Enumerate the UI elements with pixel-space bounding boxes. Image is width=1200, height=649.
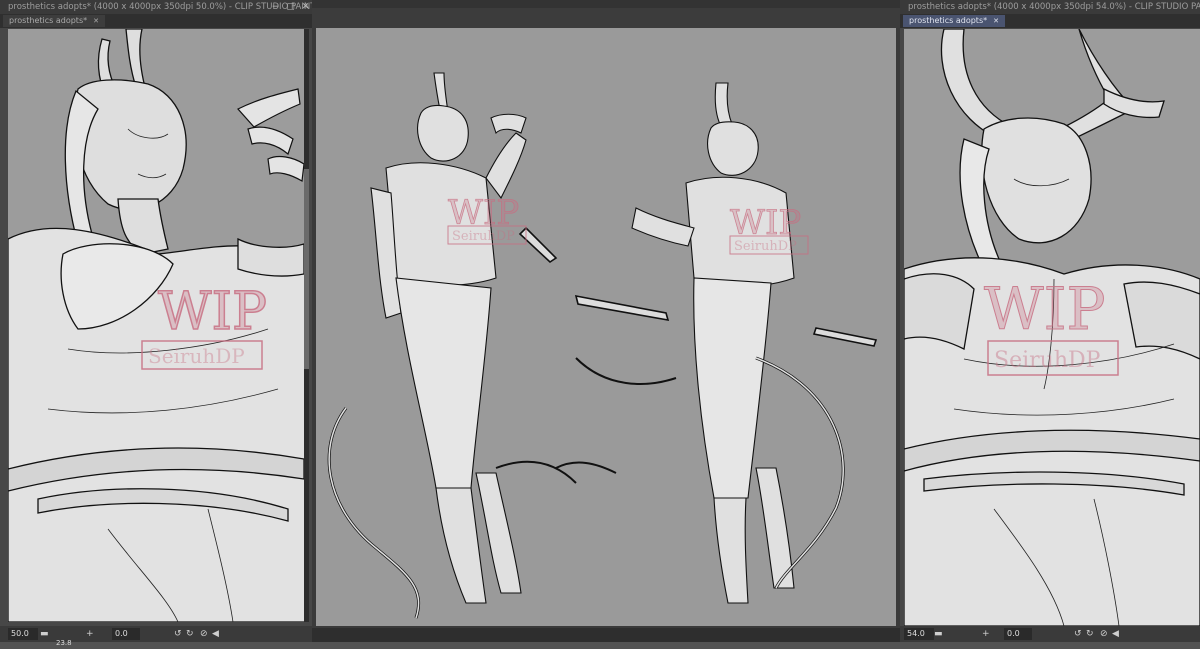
left-scroll-thumb[interactable] bbox=[304, 169, 309, 369]
left-figure-tail bbox=[327, 407, 421, 619]
right-document-tab[interactable]: prosthetics adopts* ✕ bbox=[903, 15, 1005, 27]
rotate-icon[interactable]: ↻ bbox=[186, 628, 194, 640]
tab-close-icon[interactable]: ✕ bbox=[93, 17, 99, 25]
sword-icon bbox=[574, 294, 670, 322]
left-canvas[interactable]: WIP SeiruhDP bbox=[8, 29, 304, 622]
middle-canvas[interactable]: WIP SeiruhDP WIP SeiruhDP bbox=[316, 28, 896, 626]
watermark: WIP SeiruhDP WIP SeiruhDP bbox=[447, 193, 809, 255]
left-document-tab[interactable]: prosthetics adopts* ✕ bbox=[3, 15, 105, 27]
watermark-author: SeiruhDP bbox=[994, 348, 1101, 373]
left-window-titlebar[interactable]: prosthetics adopts* (4000 x 4000px 350dp… bbox=[0, 0, 312, 14]
watermark-wip: WIP bbox=[448, 193, 519, 233]
middle-tab-bar bbox=[312, 8, 900, 28]
middle-window-titlebar[interactable] bbox=[312, 0, 900, 8]
tab-close-icon[interactable]: ✕ bbox=[993, 17, 999, 25]
right-tab-label: prosthetics adopts* bbox=[909, 16, 988, 25]
right-window-titlebar[interactable]: prosthetics adopts* (4000 x 4000px 350dp… bbox=[900, 0, 1200, 14]
rotate-icon[interactable]: ↺ bbox=[1074, 628, 1082, 640]
left-status-bar: 50.0 ▬ + 0.0 ↺ ↻ ⊘ ◀ 23.8 bbox=[0, 626, 312, 647]
zoom-out-icon[interactable]: ▬ bbox=[934, 628, 943, 640]
minimize-icon[interactable]: − bbox=[271, 2, 280, 12]
rotate-icon[interactable]: ↻ bbox=[1086, 628, 1094, 640]
middle-canvas-window: WIP SeiruhDP WIP SeiruhDP bbox=[312, 0, 900, 642]
zoom-out-icon[interactable]: ▬ bbox=[40, 628, 49, 640]
right-tab-bar: prosthetics adopts* ✕ bbox=[900, 14, 1200, 28]
right-artwork: WIP SeiruhDP bbox=[904, 29, 1200, 626]
watermark-author: SeiruhDP bbox=[734, 239, 797, 254]
head-shape bbox=[73, 79, 187, 211]
watermark: WIP SeiruhDP bbox=[984, 275, 1119, 376]
flip-icon[interactable]: ◀ bbox=[1112, 628, 1119, 640]
left-tab-label: prosthetics adopts* bbox=[9, 16, 88, 25]
left-artwork: WIP SeiruhDP bbox=[8, 29, 304, 622]
left-canvas-window: prosthetics adopts* (4000 x 4000px 350dp… bbox=[0, 0, 312, 647]
right-canvas-window: prosthetics adopts* (4000 x 4000px 350dp… bbox=[900, 0, 1200, 642]
left-angle-field[interactable]: 0.0 bbox=[112, 628, 140, 640]
watermark-wip: WIP bbox=[984, 275, 1106, 343]
zoom-in-icon[interactable]: + bbox=[86, 628, 94, 640]
right-window-title: prosthetics adopts* (4000 x 4000px 350dp… bbox=[908, 2, 1200, 12]
reset-icon[interactable]: ⊘ bbox=[1100, 628, 1108, 640]
right-angle-field[interactable]: 0.0 bbox=[1004, 628, 1032, 640]
flip-icon[interactable]: ◀ bbox=[212, 628, 219, 640]
close-icon[interactable]: ✕ bbox=[301, 2, 310, 12]
head-shape bbox=[981, 117, 1092, 244]
right-status-bar: 54.0 ▬ + 0.0 ↺ ↻ ⊘ ◀ bbox=[900, 626, 1200, 642]
left-extra-value: 23.8 bbox=[56, 639, 72, 647]
left-vertical-scrollbar[interactable] bbox=[304, 29, 309, 622]
reset-icon[interactable]: ⊘ bbox=[200, 628, 208, 640]
left-window-title: prosthetics adopts* (4000 x 4000px 350dp… bbox=[8, 2, 312, 12]
watermark-author: SeiruhDP bbox=[452, 229, 515, 244]
maximize-icon[interactable]: ▢ bbox=[286, 2, 295, 12]
right-zoom-field[interactable]: 54.0 bbox=[904, 628, 934, 640]
right-canvas[interactable]: WIP SeiruhDP bbox=[904, 29, 1200, 626]
watermark-author: SeiruhDP bbox=[148, 344, 245, 368]
left-tab-bar: prosthetics adopts* ✕ bbox=[0, 14, 312, 28]
watermark-wip: WIP bbox=[158, 282, 267, 342]
middle-status-bar bbox=[312, 628, 900, 642]
left-zoom-field[interactable]: 50.0 bbox=[8, 628, 38, 640]
middle-artwork: WIP SeiruhDP WIP SeiruhDP bbox=[327, 72, 878, 619]
watermark-wip: WIP bbox=[730, 203, 801, 243]
zoom-in-icon[interactable]: + bbox=[982, 628, 990, 640]
rotate-icon[interactable]: ↺ bbox=[174, 628, 182, 640]
